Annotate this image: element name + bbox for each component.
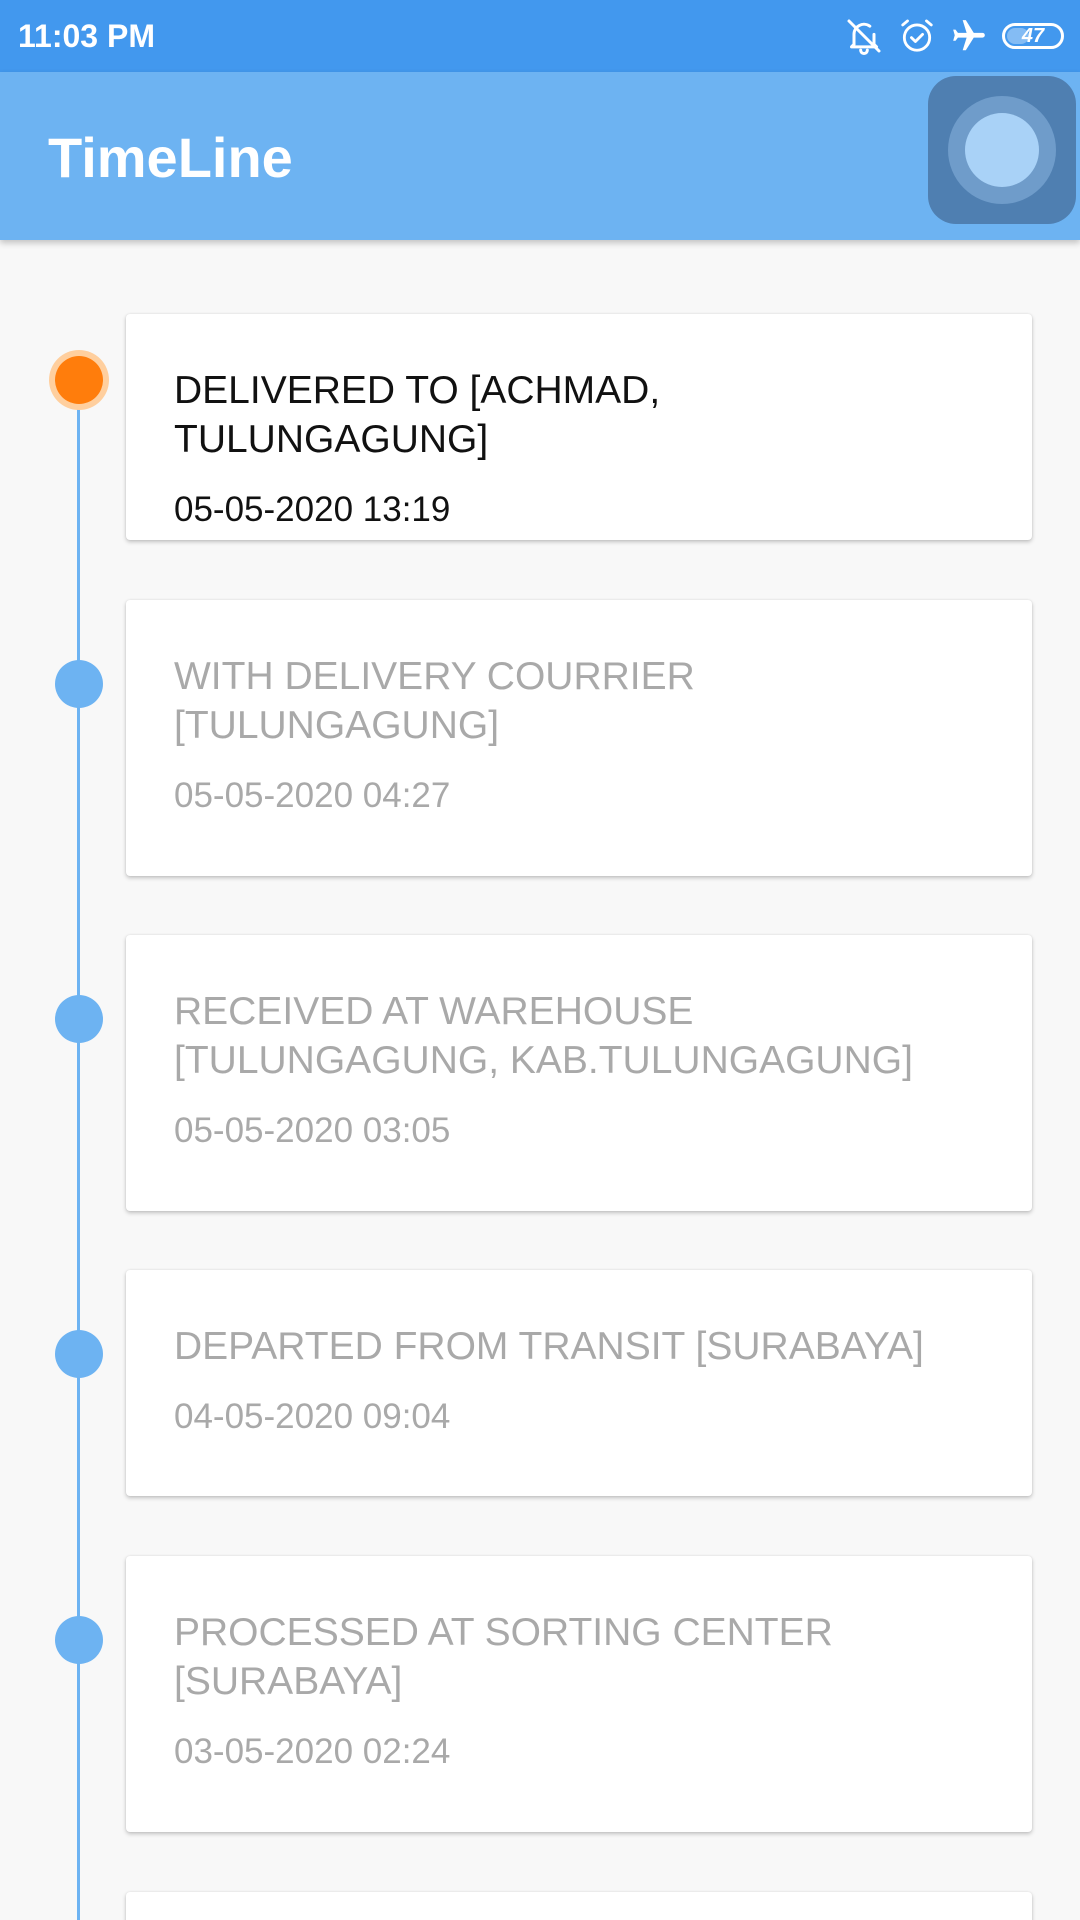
timeline-dot [55,1330,103,1378]
status-bar: 11:03 PM 47 [0,0,1080,72]
event-title: DELIVERED TO [ACHMAD, TULUNGAGUNG] [174,369,661,461]
timeline-dot-core [55,356,103,404]
status-icons: 47 [844,14,1064,58]
event-date: 05-05-2020 04:27 [174,776,451,815]
event-card[interactable]: WITH DELIVERY COURRIER [TULUNGAGUNG] 05-… [126,600,1032,876]
assistive-ring [948,96,1056,204]
event-title: WITH DELIVERY COURRIER [TULUNGAGUNG] [174,655,695,747]
timeline-dot [55,660,103,708]
event-card[interactable]: DEPARTED FROM TRANSIT [SURABAYA] 04-05-2… [126,1270,1032,1496]
timeline-dot [55,995,103,1043]
event-title: RECEIVED AT WAREHOUSE [TULUNGAGUNG, KAB.… [174,990,913,1082]
notifications-off-icon [844,16,884,56]
app-title: TimeLine [48,126,293,189]
event-card[interactable]: PROCESSED AT SORTING CENTER [SURABAYA] 0… [126,1556,1032,1832]
event-date: 03-05-2020 02:24 [174,1732,451,1771]
screen: 11:03 PM 47 TimeLine DELIVERED TO [ACHMA… [0,0,1080,1920]
airplane-icon [950,17,988,55]
event-title: PROCESSED AT SORTING CENTER [SURABAYA] [174,1611,833,1703]
timeline-line [77,380,80,1920]
app-bar: TimeLine [0,72,1080,240]
battery-icon: 47 [1002,23,1064,49]
event-date: 05-05-2020 13:19 [174,490,451,529]
timeline-dot-active [49,350,109,410]
battery-indicator: 47 [1002,23,1064,49]
battery-level: 47 [1021,25,1045,47]
assistive-dot [965,113,1039,187]
event-card-partial[interactable] [126,1892,1032,1920]
event-title: DEPARTED FROM TRANSIT [SURABAYA] [174,1325,924,1368]
event-date: 04-05-2020 09:04 [174,1397,451,1436]
event-card[interactable]: RECEIVED AT WAREHOUSE [TULUNGAGUNG, KAB.… [126,935,1032,1211]
event-date: 05-05-2020 03:05 [174,1111,451,1150]
floating-assistive-button[interactable] [928,76,1076,224]
alarm-icon [898,17,936,55]
timeline-dot [55,1616,103,1664]
status-time: 11:03 PM [18,18,155,54]
event-card[interactable]: DELIVERED TO [ACHMAD, TULUNGAGUNG] 05-05… [126,314,1032,540]
